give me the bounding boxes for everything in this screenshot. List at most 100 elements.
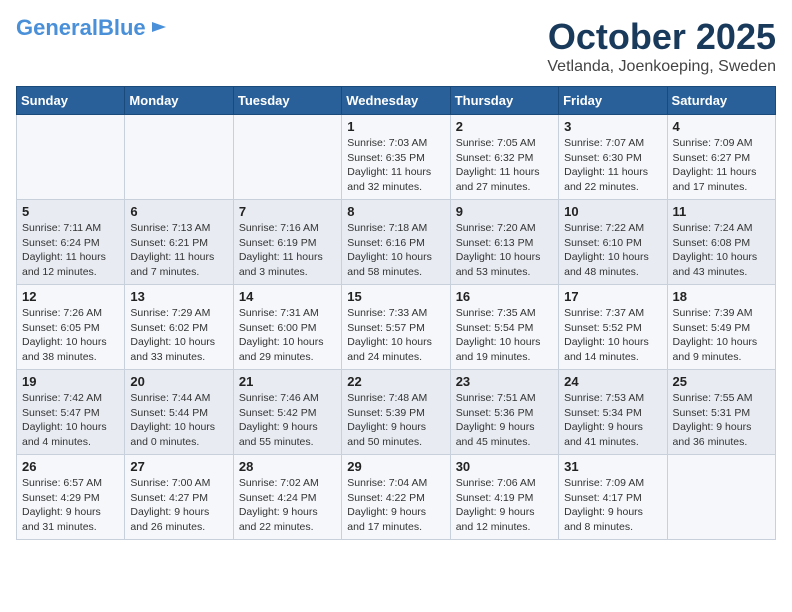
day-header-sunday: Sunday (17, 87, 125, 115)
page-header: GeneralBlue October 2025 Vetlanda, Joenk… (16, 16, 776, 76)
calendar-cell: 24 Sunrise: 7:53 AM Sunset: 5:34 PM Dayli… (559, 370, 667, 455)
day-number: 29 (347, 459, 444, 474)
calendar-cell: 2 Sunrise: 7:05 AM Sunset: 6:32 PM Daylig… (450, 115, 558, 200)
day-content: Sunrise: 7:18 AM Sunset: 6:16 PM Dayligh… (347, 221, 444, 280)
day-number: 6 (130, 204, 227, 219)
calendar-cell: 29 Sunrise: 7:04 AM Sunset: 4:22 PM Dayli… (342, 455, 450, 540)
calendar-cell: 13Sunrise: 7:29 AM Sunset: 6:02 PM Dayli… (125, 285, 233, 370)
day-number: 18 (673, 289, 770, 304)
day-number: 16 (456, 289, 553, 304)
day-number: 21 (239, 374, 336, 389)
calendar-week-row: 26 Sunrise: 6:57 AM Sunset: 4:29 PM Dayli… (17, 455, 776, 540)
day-content: Sunrise: 7:39 AM Sunset: 5:49 PM Dayligh… (673, 306, 770, 365)
day-content: Sunrise: 7:07 AM Sunset: 6:30 PM Dayligh… (564, 136, 661, 195)
month-title: October 2025 (547, 16, 776, 58)
day-content: Sunrise: 7:20 AM Sunset: 6:13 PM Dayligh… (456, 221, 553, 280)
day-number: 17 (564, 289, 661, 304)
calendar-cell: 23Sunrise: 7:51 AM Sunset: 5:36 PM Dayli… (450, 370, 558, 455)
day-content: Sunrise: 7:33 AM Sunset: 5:57 PM Dayligh… (347, 306, 444, 365)
day-content: Sunrise: 7:24 AM Sunset: 6:08 PM Dayligh… (673, 221, 770, 280)
day-content: Sunrise: 7:11 AM Sunset: 6:24 PM Dayligh… (22, 221, 119, 280)
calendar-cell: 10 Sunrise: 7:22 AM Sunset: 6:10 PM Dayli… (559, 200, 667, 285)
day-number: 12 (22, 289, 119, 304)
day-header-tuesday: Tuesday (233, 87, 341, 115)
location: Vetlanda, Joenkoeping, Sweden (547, 58, 776, 76)
day-content: Sunrise: 7:00 AM Sunset: 4:27 PM Dayligh… (130, 476, 227, 535)
calendar-cell: 4 Sunrise: 7:09 AM Sunset: 6:27 PM Daylig… (667, 115, 775, 200)
day-header-friday: Friday (559, 87, 667, 115)
calendar-cell: 31Sunrise: 7:09 AM Sunset: 4:17 PM Dayli… (559, 455, 667, 540)
calendar-cell: 15 Sunrise: 7:33 AM Sunset: 5:57 PM Dayli… (342, 285, 450, 370)
day-number: 11 (673, 204, 770, 219)
day-content: Sunrise: 7:22 AM Sunset: 6:10 PM Dayligh… (564, 221, 661, 280)
day-number: 1 (347, 119, 444, 134)
calendar-table: SundayMondayTuesdayWednesdayThursdayFrid… (16, 86, 776, 540)
calendar-cell: 20 Sunrise: 7:44 AM Sunset: 5:44 PM Dayli… (125, 370, 233, 455)
day-header-thursday: Thursday (450, 87, 558, 115)
day-number: 9 (456, 204, 553, 219)
calendar-week-row: 5 Sunrise: 7:11 AM Sunset: 6:24 PM Daylig… (17, 200, 776, 285)
day-number: 15 (347, 289, 444, 304)
day-content: Sunrise: 7:02 AM Sunset: 4:24 PM Dayligh… (239, 476, 336, 535)
day-number: 24 (564, 374, 661, 389)
day-content: Sunrise: 7:48 AM Sunset: 5:39 PM Dayligh… (347, 391, 444, 450)
day-header-saturday: Saturday (667, 87, 775, 115)
day-number: 4 (673, 119, 770, 134)
day-number: 19 (22, 374, 119, 389)
day-content: Sunrise: 7:13 AM Sunset: 6:21 PM Dayligh… (130, 221, 227, 280)
day-content: Sunrise: 7:05 AM Sunset: 6:32 PM Dayligh… (456, 136, 553, 195)
day-number: 8 (347, 204, 444, 219)
calendar-week-row: 19 Sunrise: 7:42 AM Sunset: 5:47 PM Dayli… (17, 370, 776, 455)
calendar-cell: 17 Sunrise: 7:37 AM Sunset: 5:52 PM Dayli… (559, 285, 667, 370)
logo: GeneralBlue (16, 16, 168, 41)
logo-text: GeneralBlue (16, 16, 146, 40)
day-header-wednesday: Wednesday (342, 87, 450, 115)
calendar-cell: 8 Sunrise: 7:18 AM Sunset: 6:16 PM Daylig… (342, 200, 450, 285)
logo-arrow-icon (150, 18, 168, 36)
day-content: Sunrise: 7:37 AM Sunset: 5:52 PM Dayligh… (564, 306, 661, 365)
day-content: Sunrise: 7:09 AM Sunset: 6:27 PM Dayligh… (673, 136, 770, 195)
calendar-cell: 30 Sunrise: 7:06 AM Sunset: 4:19 PM Dayli… (450, 455, 558, 540)
day-content: Sunrise: 7:35 AM Sunset: 5:54 PM Dayligh… (456, 306, 553, 365)
calendar-cell: 5 Sunrise: 7:11 AM Sunset: 6:24 PM Daylig… (17, 200, 125, 285)
day-content: Sunrise: 7:26 AM Sunset: 6:05 PM Dayligh… (22, 306, 119, 365)
day-content: Sunrise: 7:16 AM Sunset: 6:19 PM Dayligh… (239, 221, 336, 280)
day-number: 14 (239, 289, 336, 304)
day-content: Sunrise: 6:57 AM Sunset: 4:29 PM Dayligh… (22, 476, 119, 535)
calendar-cell: 3 Sunrise: 7:07 AM Sunset: 6:30 PM Daylig… (559, 115, 667, 200)
day-content: Sunrise: 7:53 AM Sunset: 5:34 PM Dayligh… (564, 391, 661, 450)
day-number: 5 (22, 204, 119, 219)
day-number: 13 (130, 289, 227, 304)
day-number: 30 (456, 459, 553, 474)
day-number: 20 (130, 374, 227, 389)
calendar-cell (667, 455, 775, 540)
day-number: 22 (347, 374, 444, 389)
calendar-week-row: 1 Sunrise: 7:03 AM Sunset: 6:35 PM Daylig… (17, 115, 776, 200)
day-content: Sunrise: 7:44 AM Sunset: 5:44 PM Dayligh… (130, 391, 227, 450)
day-content: Sunrise: 7:06 AM Sunset: 4:19 PM Dayligh… (456, 476, 553, 535)
calendar-cell: 12 Sunrise: 7:26 AM Sunset: 6:05 PM Dayli… (17, 285, 125, 370)
title-block: October 2025 Vetlanda, Joenkoeping, Swed… (547, 16, 776, 76)
calendar-cell: 25Sunrise: 7:55 AM Sunset: 5:31 PM Dayli… (667, 370, 775, 455)
day-content: Sunrise: 7:42 AM Sunset: 5:47 PM Dayligh… (22, 391, 119, 450)
calendar-cell: 16 Sunrise: 7:35 AM Sunset: 5:54 PM Dayli… (450, 285, 558, 370)
calendar-cell: 9 Sunrise: 7:20 AM Sunset: 6:13 PM Daylig… (450, 200, 558, 285)
day-content: Sunrise: 7:03 AM Sunset: 6:35 PM Dayligh… (347, 136, 444, 195)
day-number: 10 (564, 204, 661, 219)
day-content: Sunrise: 7:04 AM Sunset: 4:22 PM Dayligh… (347, 476, 444, 535)
day-number: 26 (22, 459, 119, 474)
day-number: 2 (456, 119, 553, 134)
day-content: Sunrise: 7:46 AM Sunset: 5:42 PM Dayligh… (239, 391, 336, 450)
day-content: Sunrise: 7:09 AM Sunset: 4:17 PM Dayligh… (564, 476, 661, 535)
calendar-cell: 21 Sunrise: 7:46 AM Sunset: 5:42 PM Dayli… (233, 370, 341, 455)
day-content: Sunrise: 7:51 AM Sunset: 5:36 PM Dayligh… (456, 391, 553, 450)
day-number: 27 (130, 459, 227, 474)
calendar-cell: 27 Sunrise: 7:00 AM Sunset: 4:27 PM Dayli… (125, 455, 233, 540)
calendar-cell: 1 Sunrise: 7:03 AM Sunset: 6:35 PM Daylig… (342, 115, 450, 200)
calendar-week-row: 12 Sunrise: 7:26 AM Sunset: 6:05 PM Dayli… (17, 285, 776, 370)
calendar-cell: 28Sunrise: 7:02 AM Sunset: 4:24 PM Dayli… (233, 455, 341, 540)
calendar-cell: 18 Sunrise: 7:39 AM Sunset: 5:49 PM Dayli… (667, 285, 775, 370)
day-content: Sunrise: 7:55 AM Sunset: 5:31 PM Dayligh… (673, 391, 770, 450)
calendar-cell: 11 Sunrise: 7:24 AM Sunset: 6:08 PM Dayli… (667, 200, 775, 285)
day-number: 3 (564, 119, 661, 134)
